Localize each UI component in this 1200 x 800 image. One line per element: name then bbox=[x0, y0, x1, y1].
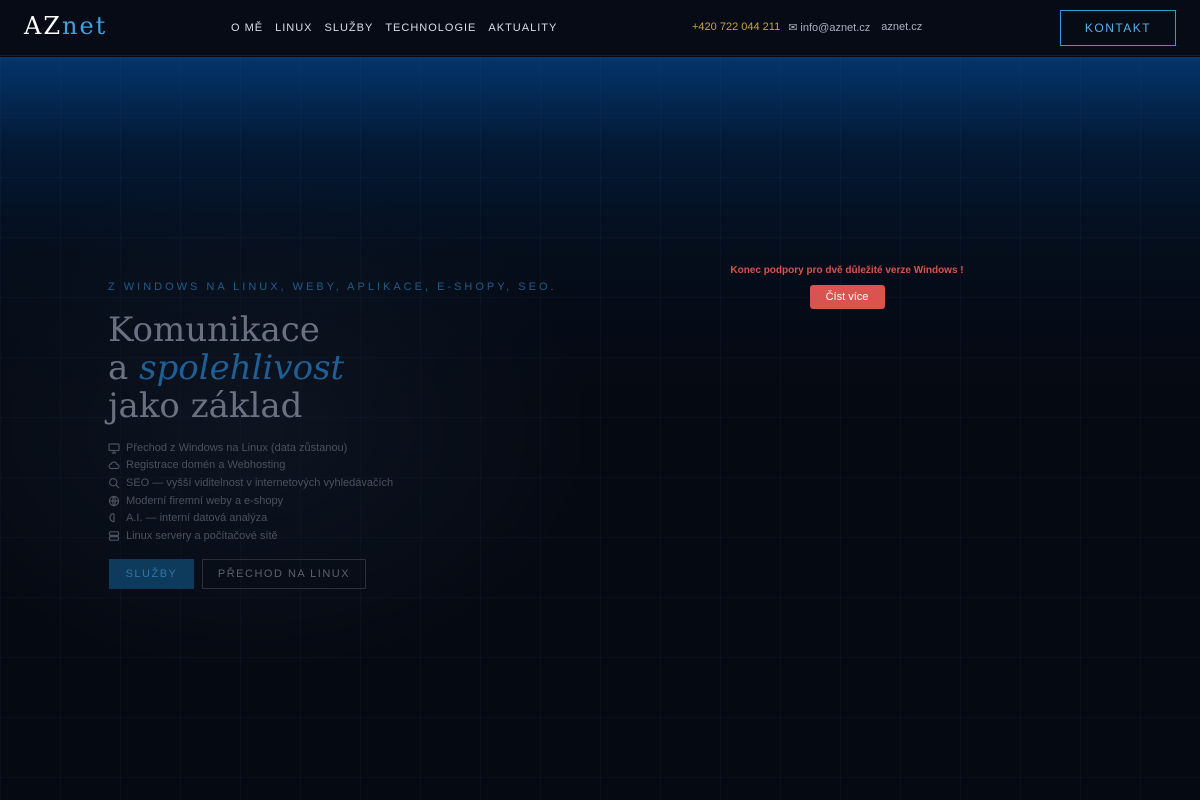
nav-item-sluzby[interactable]: SLUŽBY bbox=[325, 22, 374, 34]
alert-message: Konec podpory pro dvě důležité verze Win… bbox=[730, 265, 964, 276]
nav-item-aktuality[interactable]: AKTUALITY bbox=[488, 22, 557, 34]
feature-text: A.I. — interní datová analýza bbox=[126, 512, 268, 525]
email-link[interactable]: ✉ info@aznet.cz bbox=[788, 21, 870, 34]
hero-section: Z WINDOWS NA LINUX, WEBY, APLIKACE, E-SH… bbox=[0, 57, 1200, 800]
list-item: SEO — vyšší viditelnost v internetových … bbox=[108, 474, 393, 492]
feature-text: Přechod z Windows na Linux (data zůstano… bbox=[126, 441, 348, 454]
envelope-icon: ✉ bbox=[788, 22, 798, 34]
headline-line-1: Komunikace bbox=[108, 310, 320, 350]
website-link[interactable]: aznet.cz bbox=[878, 21, 922, 34]
hero-eyebrow-text: Z WINDOWS NA LINUX, WEBY, APLIKACE, E-SH… bbox=[108, 281, 557, 293]
feature-text: Linux servery a počítačové sítě bbox=[126, 529, 278, 542]
nav-item-linux[interactable]: LINUX bbox=[275, 22, 312, 34]
phone-number: +420 722 044 211 bbox=[692, 21, 781, 33]
list-item: Přechod z Windows na Linux (data zůstano… bbox=[108, 439, 393, 457]
server-icon bbox=[108, 530, 120, 542]
top-navigation-bar: AZnet O MĚ LINUX SLUŽBY TECHNOLOGIE AKTU… bbox=[0, 0, 1200, 56]
headline-line-3: jako základ bbox=[108, 386, 303, 426]
feature-text: Moderní firemní weby a e-shopy bbox=[126, 494, 284, 507]
email-address: info@aznet.cz bbox=[800, 22, 871, 34]
main-nav: O MĚ LINUX SLUŽBY TECHNOLOGIE AKTUALITY bbox=[231, 22, 557, 34]
headline-line-2-prefix: a bbox=[108, 348, 140, 388]
logo[interactable]: AZnet bbox=[24, 12, 107, 40]
contact-button[interactable]: KONTAKT bbox=[1060, 10, 1176, 46]
services-button[interactable]: SLUŽBY bbox=[109, 559, 194, 589]
list-item: Registrace domén a Webhosting bbox=[108, 457, 393, 475]
search-icon bbox=[108, 477, 120, 489]
globe-icon bbox=[108, 495, 120, 507]
nav-item-technologie[interactable]: TECHNOLOGIE bbox=[385, 22, 476, 34]
headline-line-2-emphasis: spolehlivost bbox=[139, 348, 345, 388]
logo-text-az: AZ bbox=[24, 12, 63, 40]
website-address: aznet.cz bbox=[881, 21, 923, 33]
hero-headline: Komunikace a spolehlivost jako základ bbox=[108, 311, 344, 425]
logo-text-net: net bbox=[62, 12, 108, 40]
feature-text: Registrace domén a Webhosting bbox=[126, 459, 286, 472]
windows-support-alert: Konec podpory pro dvě důležité verze Win… bbox=[716, 265, 978, 309]
nav-item-o-me[interactable]: O MĚ bbox=[231, 22, 263, 34]
read-more-button[interactable]: Číst více bbox=[809, 285, 885, 309]
list-item: A.I. — interní datová analýza bbox=[108, 509, 393, 527]
hero-eyebrow: Z WINDOWS NA LINUX, WEBY, APLIKACE, E-SH… bbox=[108, 281, 563, 293]
header-contacts: +420 722 044 211 ✉ info@aznet.cz aznet.cz bbox=[689, 21, 922, 34]
phone-link[interactable]: +420 722 044 211 bbox=[689, 21, 780, 34]
brain-icon bbox=[108, 512, 120, 524]
feature-text: SEO — vyšší viditelnost v internetových … bbox=[126, 476, 394, 489]
list-item: Linux servery a počítačové sítě bbox=[108, 527, 393, 545]
linux-migration-button[interactable]: PŘECHOD NA LINUX bbox=[202, 559, 366, 589]
feature-list: Přechod z Windows na Linux (data zůstano… bbox=[108, 439, 393, 545]
hero-glow bbox=[0, 177, 600, 677]
monitor-icon bbox=[108, 442, 120, 454]
list-item: Moderní firemní weby a e-shopy bbox=[108, 492, 393, 510]
cloud-icon bbox=[108, 459, 120, 471]
